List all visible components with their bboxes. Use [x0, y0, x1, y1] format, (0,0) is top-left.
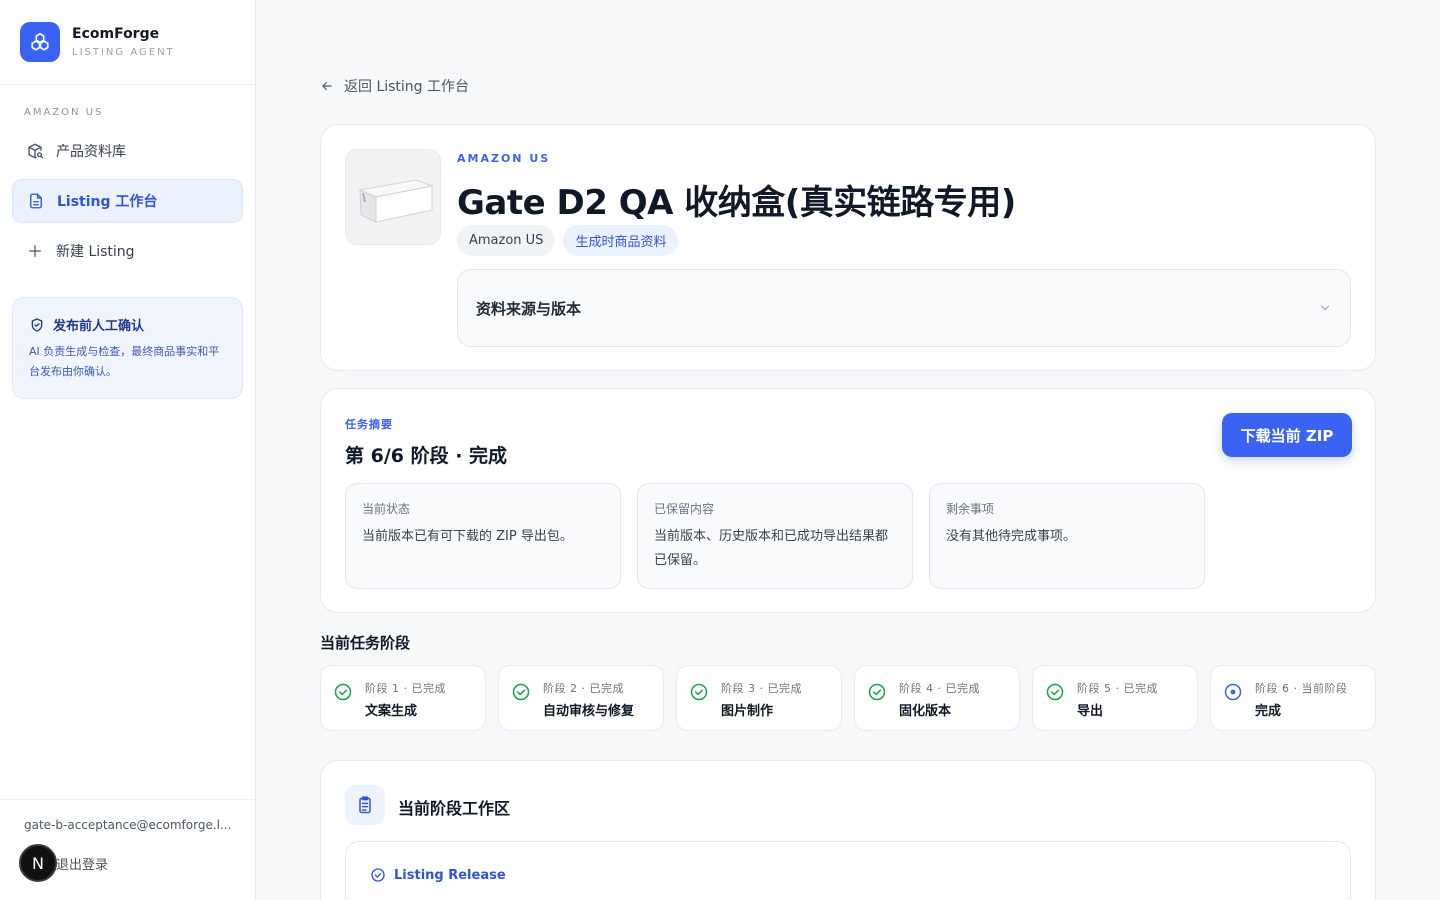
task-summary-card: 任务摘要 第 6/6 阶段 · 完成 下载当前 ZIP 当前状态 当前版本已有可…	[320, 388, 1376, 613]
stage-name: 自动审核与修复	[543, 704, 635, 719]
arrow-left-icon	[320, 79, 334, 93]
info-label: 当前状态	[362, 502, 411, 516]
stage-meta: 阶段 2 · 已完成	[543, 682, 624, 695]
stage-workspace-card: 当前阶段工作区 Listing Release	[320, 760, 1376, 900]
check-circle-icon	[370, 867, 386, 883]
workspace-title: 当前阶段工作区	[398, 799, 511, 818]
summary-title: 第 6/6 阶段 · 完成	[345, 445, 508, 467]
brand-subtitle: LISTING AGENT	[72, 47, 175, 58]
stage-card-5[interactable]: 阶段 5 · 已完成 导出	[1032, 665, 1198, 731]
accordion-title: 资料来源与版本	[476, 299, 582, 318]
stages-heading: 当前任务阶段	[320, 634, 411, 652]
stage-meta: 阶段 5 · 已完成	[1077, 682, 1158, 695]
info-box-remaining-items: 剩余事项 没有其他待完成事项。	[929, 483, 1205, 589]
product-chips: Amazon US 生成时商品资料	[457, 225, 679, 256]
summary-eyebrow: 任务摘要	[345, 418, 393, 431]
current-stage-dot-icon	[1223, 682, 1243, 702]
brand-name: EcomForge	[72, 26, 160, 42]
back-link-label: 返回 Listing 工作台	[344, 79, 470, 95]
release-label-row: Listing Release	[370, 867, 506, 883]
product-marketplace-eyebrow: AMAZON US	[457, 152, 551, 165]
confirm-card-title: 发布前人工确认	[53, 319, 145, 334]
sidebar-item-new-listing[interactable]: 新建 Listing	[12, 229, 243, 273]
sidebar-item-product-library[interactable]: 产品资料库	[12, 129, 243, 173]
info-text: 没有其他待完成事项。	[946, 529, 1077, 544]
confirm-card-title-row: 发布前人工确认	[29, 315, 226, 334]
info-text: 当前版本、历史版本和已成功导出结果都已保留。	[654, 529, 889, 568]
sidebar: EcomForge LISTING AGENT AMAZON US 产品资料库 …	[0, 0, 256, 900]
product-thumbnail	[345, 149, 441, 245]
sidebar-item-label: Listing 工作台	[57, 194, 158, 210]
stage-meta: 阶段 1 · 已完成	[365, 682, 446, 695]
check-circle-icon	[867, 682, 887, 702]
info-box-retained-content: 已保留内容 当前版本、历史版本和已成功导出结果都已保留。	[637, 483, 913, 589]
release-panel: Listing Release	[345, 841, 1351, 900]
info-label: 剩余事项	[946, 502, 995, 516]
avatar[interactable]: N	[19, 844, 57, 882]
plus-icon	[26, 242, 44, 260]
stage-name: 完成	[1255, 704, 1282, 719]
stage-name: 文案生成	[365, 704, 418, 719]
sidebar-item-label: 新建 Listing	[56, 244, 135, 260]
chevron-down-icon	[1318, 301, 1332, 315]
stage-name: 图片制作	[721, 704, 774, 719]
brand-logo-icon[interactable]	[20, 22, 60, 62]
info-label: 已保留内容	[654, 502, 715, 516]
confirm-card-text: AI 负责生成与检查，最终商品事实和平台发布由你确认。	[29, 345, 220, 378]
check-circle-icon	[333, 682, 353, 702]
check-circle-icon	[511, 682, 531, 702]
stage-name: 固化版本	[899, 704, 952, 719]
source-version-accordion[interactable]: 资料来源与版本	[457, 269, 1351, 347]
sidebar-item-label: 产品资料库	[56, 144, 126, 160]
product-card: AMAZON US Gate D2 QA 收纳盒(真实链路专用) Amazon …	[320, 124, 1376, 371]
document-icon	[27, 192, 45, 210]
stage-card-6[interactable]: 阶段 6 · 当前阶段 完成	[1210, 665, 1376, 731]
release-label: Listing Release	[394, 867, 506, 883]
download-zip-button[interactable]: 下载当前 ZIP	[1222, 413, 1352, 457]
stage-meta: 阶段 6 · 当前阶段	[1255, 682, 1348, 695]
stage-name: 导出	[1077, 704, 1104, 719]
stage-card-3[interactable]: 阶段 3 · 已完成 图片制作	[676, 665, 842, 731]
package-search-icon	[26, 142, 44, 160]
marketplace-chip: Amazon US	[457, 225, 556, 256]
sidebar-section-label: AMAZON US	[24, 107, 104, 118]
info-box-current-status: 当前状态 当前版本已有可下载的 ZIP 导出包。	[345, 483, 621, 589]
stage-meta: 阶段 4 · 已完成	[899, 682, 980, 695]
stage-card-4[interactable]: 阶段 4 · 已完成 固化版本	[854, 665, 1020, 731]
product-title: Gate D2 QA 收纳盒(真实链路专用)	[457, 183, 1016, 223]
brand-header: EcomForge LISTING AGENT	[0, 0, 255, 85]
user-area: gate-b-acceptance@ecomforge.l... 退出登录 N	[0, 799, 255, 900]
clipboard-icon	[345, 785, 385, 825]
stage-meta: 阶段 3 · 已完成	[721, 682, 802, 695]
stage-card-1[interactable]: 阶段 1 · 已完成 文案生成	[320, 665, 486, 731]
back-link[interactable]: 返回 Listing 工作台	[320, 76, 469, 96]
human-confirm-card: 发布前人工确认 AI 负责生成与检查，最终商品事实和平台发布由你确认。	[12, 297, 243, 399]
check-circle-icon	[689, 682, 709, 702]
info-text: 当前版本已有可下载的 ZIP 导出包。	[362, 529, 573, 544]
sidebar-item-listing-workbench[interactable]: Listing 工作台	[12, 179, 243, 223]
snapshot-chip: 生成时商品资料	[563, 225, 679, 256]
shield-check-icon	[29, 317, 45, 333]
check-circle-icon	[1045, 682, 1065, 702]
user-email: gate-b-acceptance@ecomforge.l...	[24, 818, 232, 832]
logout-button[interactable]: 退出登录	[56, 854, 108, 873]
stage-card-2[interactable]: 阶段 2 · 已完成 自动审核与修复	[498, 665, 664, 731]
